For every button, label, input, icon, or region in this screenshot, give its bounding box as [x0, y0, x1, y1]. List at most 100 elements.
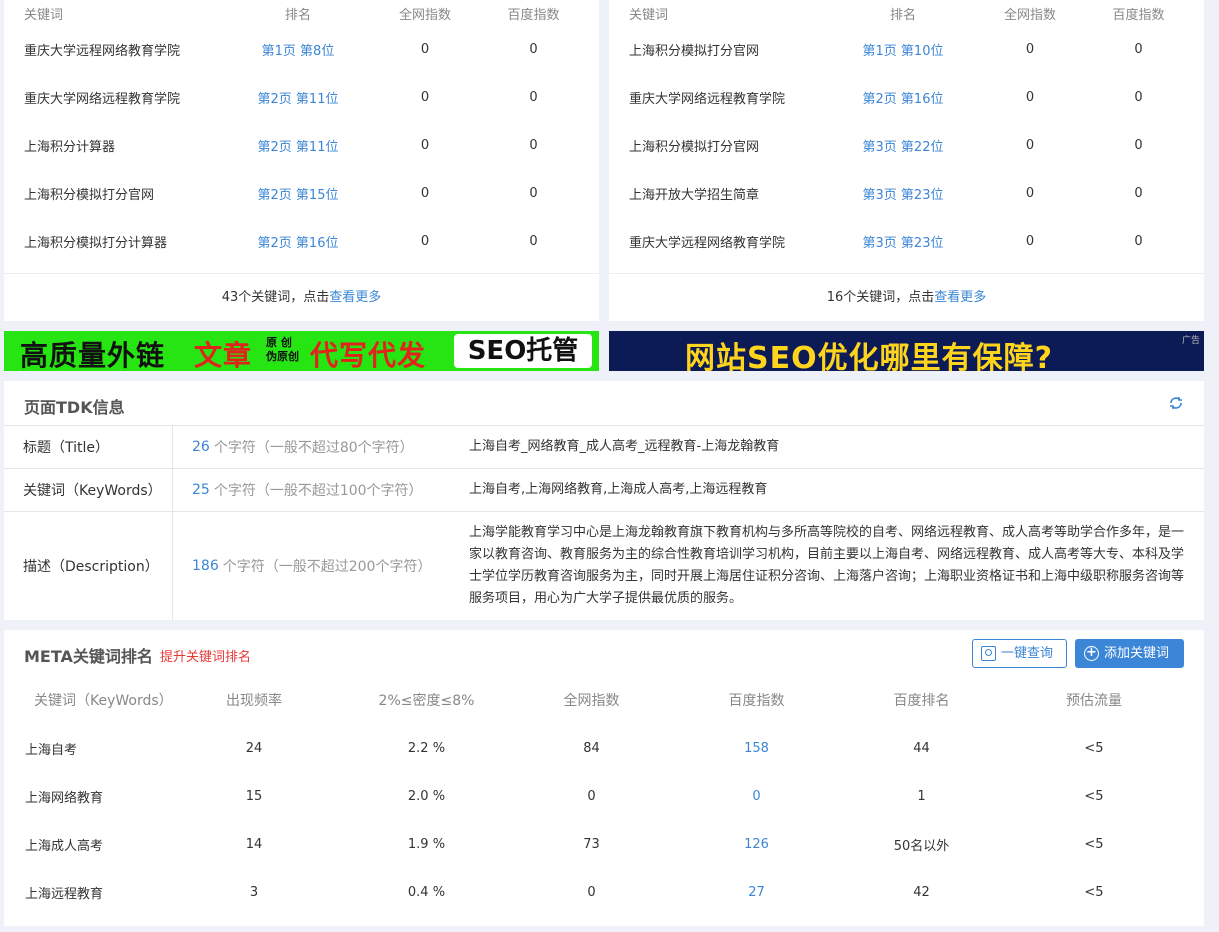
col-keyword: 关键词 [24, 8, 64, 23]
frequency-cell: 14 [245, 836, 263, 852]
table-row: 上海积分计算器 第2页 第11位 0 0 [4, 121, 599, 169]
baidu-index-link[interactable]: 158 [654, 724, 859, 772]
char-count-note: 个字符（一般不超过100个字符） [213, 483, 423, 499]
rank-link[interactable]: 第1页 第10位 [819, 25, 987, 73]
frequency-cell: 3 [249, 884, 259, 900]
table-row: 上海积分模拟打分官网 第3页 第22位 0 0 [609, 121, 1204, 169]
rank-link[interactable]: 第1页 第8位 [214, 25, 382, 73]
rank-link[interactable]: 第2页 第16位 [214, 217, 382, 265]
table-row: 重庆大学网络远程教育学院 第2页 第16位 0 0 [609, 73, 1204, 121]
keyword-cell: 上海积分模拟打分计算器 [24, 235, 168, 251]
table-row: 上海积分模拟打分官网 第2页 第15位 0 0 [4, 169, 599, 217]
baidu-rank-cell: 1 [917, 788, 926, 804]
baidu-index-link[interactable]: 126 [654, 820, 859, 868]
tdk-label: 关键词（KeyWords） [4, 469, 173, 511]
col-frequency: 出现频率 [226, 693, 282, 709]
tdk-panel: 页面TDK信息 标题（Title） 26 个字符（一般不超过80个字符） 上海自考… [4, 381, 1204, 620]
rank-link[interactable]: 第2页 第15位 [214, 169, 382, 217]
rank-link[interactable]: 第3页 第23位 [819, 217, 987, 265]
tdk-char-count: 26 个字符（一般不超过80个字符） [192, 426, 414, 468]
keyword-rank-panel-right: 关键词 排名 全网指数 百度指数 上海积分模拟打分官网 第1页 第10位 0 0… [609, 0, 1204, 321]
col-baidu-rank: 百度排名 [893, 693, 950, 709]
baidu-index-cell: 0 [1134, 89, 1143, 105]
col-all-index: 全网指数 [563, 693, 620, 709]
meta-keyword-table: 关键词（KeyWords） 出现频率 2%≤密度≤8% 全网指数 百度指数 百度… [4, 676, 1204, 916]
view-more-link[interactable]: 查看更多 [329, 290, 381, 305]
rank-link[interactable]: 第2页 第11位 [214, 73, 382, 121]
baidu-index-cell: 0 [1134, 137, 1143, 153]
density-cell: 0.4 % [407, 884, 446, 900]
char-count-note: 个字符（一般不超过200个字符） [222, 559, 432, 575]
density-cell: 2.0 % [407, 788, 446, 804]
keyword-cell: 上海积分计算器 [24, 139, 116, 155]
table-row: 上海网络教育 15 2.0 % 0 0 1 <5 [4, 772, 1204, 820]
keyword-cell: 上海网络教育 [25, 790, 104, 806]
table-row: 重庆大学远程网络教育学院 第1页 第8位 0 0 [4, 25, 599, 73]
plus-icon: + [1084, 646, 1099, 661]
keyword-cell: 上海积分模拟打分官网 [629, 139, 760, 155]
col-rank: 排名 [889, 8, 916, 23]
meta-keyword-panel: META关键词排名 提升关键词排名 一键查询 + 添加关键词 关键词（KeyWo… [4, 630, 1204, 926]
improve-rank-link[interactable]: 提升关键词排名 [160, 646, 251, 665]
baidu-index-cell: 0 [529, 233, 538, 249]
add-keyword-button[interactable]: + 添加关键词 [1075, 639, 1184, 668]
char-count-number: 25 [192, 482, 210, 498]
baidu-rank-cell: 50名以外 [893, 838, 950, 854]
rank-link[interactable]: 第3页 第23位 [819, 169, 987, 217]
baidu-index-cell: 0 [1134, 185, 1143, 201]
ad-text-ghostwrite: 代写代发 [310, 339, 427, 372]
keyword-rank-table: 关键词 排名 全网指数 百度指数 重庆大学远程网络教育学院 第1页 第8位 0 … [4, 0, 599, 265]
ad-tag: 广告 [1181, 336, 1200, 346]
keyword-cell: 上海积分模拟打分官网 [629, 43, 760, 59]
refresh-icon[interactable] [1168, 395, 1184, 411]
tdk-title: 页面TDK信息 [24, 398, 125, 417]
all-index-cell: 0 [587, 788, 596, 804]
col-baidu-index: 百度指数 [507, 8, 560, 23]
all-index-cell: 0 [420, 41, 430, 57]
ad-text-seo: 网站SEO优化哪里有保障? [685, 341, 1054, 376]
all-index-cell: 0 [1025, 89, 1035, 105]
rank-link[interactable]: 第3页 第22位 [819, 121, 987, 169]
baidu-index-link[interactable]: 0 [654, 772, 859, 820]
add-button-label: 添加关键词 [1104, 646, 1170, 661]
search-icon [981, 646, 996, 661]
view-more-link[interactable]: 查看更多 [934, 290, 986, 305]
col-keyword: 关键词 [629, 8, 669, 23]
char-count-note: 个字符（一般不超过80个字符） [213, 440, 414, 456]
all-index-cell: 0 [420, 89, 430, 105]
rank-link[interactable]: 第2页 第16位 [819, 73, 987, 121]
col-density: 2%≤密度≤8% [378, 693, 475, 709]
table-header-row: 关键词 排名 全网指数 百度指数 [4, 0, 599, 25]
all-index-cell: 0 [1025, 41, 1035, 57]
keyword-cell: 重庆大学网络远程教育学院 [629, 91, 786, 107]
rank-link[interactable]: 第2页 第11位 [214, 121, 382, 169]
all-index-cell: 0 [420, 185, 430, 201]
traffic-cell: <5 [1084, 884, 1104, 900]
one-click-query-button[interactable]: 一键查询 [972, 639, 1067, 668]
keyword-cell: 重庆大学远程网络教育学院 [24, 43, 181, 59]
col-all-index: 全网指数 [398, 8, 451, 23]
tdk-label: 描述（Description） [4, 512, 173, 620]
col-traffic: 预估流量 [1066, 693, 1122, 709]
keyword-count-text: 16个关键词，点击 [826, 290, 935, 305]
keyword-cell: 上海积分模拟打分官网 [24, 187, 155, 203]
keyword-cell: 重庆大学远程网络教育学院 [629, 235, 786, 251]
frequency-cell: 24 [245, 740, 263, 756]
baidu-index-cell: 0 [1134, 233, 1143, 249]
baidu-index-link[interactable]: 27 [654, 868, 859, 916]
all-index-cell: 73 [583, 836, 600, 852]
ad-banner-left[interactable]: 高质量外链 文章 原 创 伪原创 代写代发 SEO托管 [4, 331, 599, 372]
baidu-index-cell: 0 [1134, 41, 1143, 57]
ad-text-backlinks: 高质量外链 [20, 339, 166, 372]
meta-title: META关键词排名 [24, 647, 153, 666]
table-row: 上海开放大学招生简章 第3页 第23位 0 0 [609, 169, 1204, 217]
ad-banner-right[interactable]: 网站SEO优化哪里有保障? 广告 [609, 331, 1204, 376]
col-rank: 排名 [284, 8, 311, 23]
table-header-row: 关键词 排名 全网指数 百度指数 [609, 0, 1204, 25]
baidu-rank-cell: 44 [913, 740, 930, 756]
keyword-rank-panel-left: 关键词 排名 全网指数 百度指数 重庆大学远程网络教育学院 第1页 第8位 0 … [4, 0, 599, 321]
keyword-cell: 上海开放大学招生简章 [629, 187, 760, 203]
tdk-row-keywords: 关键词（KeyWords） 25 个字符（一般不超过100个字符） 上海自考,上海… [4, 469, 1204, 512]
all-index-cell: 0 [420, 233, 430, 249]
traffic-cell: <5 [1084, 740, 1104, 756]
